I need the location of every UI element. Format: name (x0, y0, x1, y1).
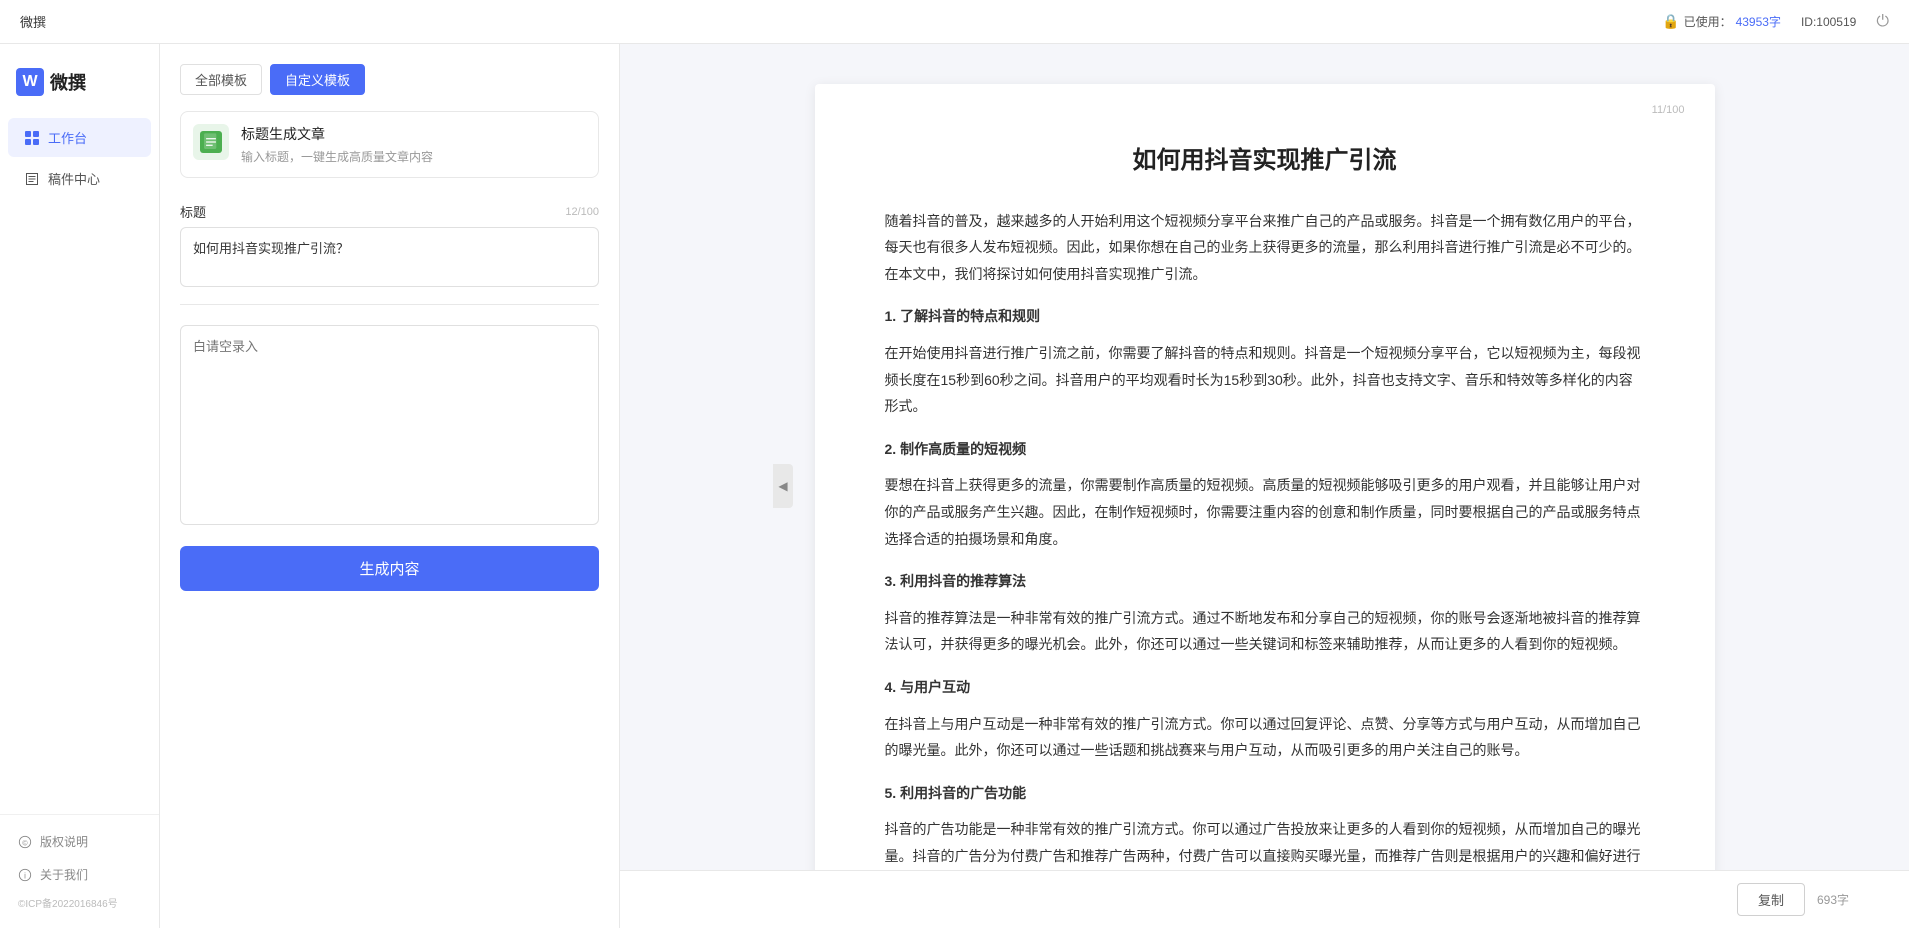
logo: W 微撰 (0, 54, 159, 116)
doc-section-heading: 1. 了解抖音的特点和规则 (885, 303, 1645, 330)
topbar-title: 微撰 (20, 12, 1650, 31)
template-icon-inner (200, 131, 222, 153)
doc-paragraph: 要想在抖音上获得更多的流量，你需要制作高质量的短视频。高质量的短视频能够吸引更多… (885, 472, 1645, 552)
document-page: 11/100 如何用抖音实现推广引流 随着抖音的普及，越来越多的人开始利用这个短… (815, 84, 1715, 870)
copy-button[interactable]: 复制 (1737, 883, 1805, 916)
workbench-icon (24, 130, 40, 146)
about-icon: i (18, 868, 32, 882)
template-icon (193, 124, 229, 160)
usage-label: 已使用： (1684, 13, 1732, 30)
sidebar-footer-about[interactable]: i 关于我们 (8, 858, 151, 891)
app-body: W 微撰 工作台 稿件中心 © 版权说明 i 关于我们 ©ICP备202201 (0, 44, 1909, 928)
generate-button[interactable]: 生成内容 (180, 546, 599, 591)
collapse-panel-button[interactable]: ◀ (773, 464, 793, 508)
doc-section-heading: 3. 利用抖音的推荐算法 (885, 568, 1645, 595)
doc-paragraph: 随着抖音的普及，越来越多的人开始利用这个短视频分享平台来推广自己的产品或服务。抖… (885, 208, 1645, 288)
doc-paragraph: 抖音的广告功能是一种非常有效的推广引流方式。你可以通过广告投放来让更多的人看到你… (885, 816, 1645, 870)
copyright-label: 版权说明 (40, 833, 88, 850)
sidebar-nav: 工作台 稿件中心 (0, 116, 159, 814)
document-area: 11/100 如何用抖音实现推广引流 随着抖音的普及，越来越多的人开始利用这个短… (620, 44, 1909, 870)
topbar-usage: 🔒 已使用： 43953字 (1662, 13, 1781, 30)
form-label-row: 标题 12/100 (180, 202, 599, 221)
svg-text:i: i (24, 871, 26, 880)
doc-paragraph: 抖音的推荐算法是一种非常有效的推广引流方式。通过不断地发布和分享自己的短视频，你… (885, 605, 1645, 658)
doc-section-heading: 5. 利用抖音的广告功能 (885, 780, 1645, 807)
template-desc: 输入标题，一键生成高质量文章内容 (241, 148, 586, 165)
tab-all-templates[interactable]: 全部模板 (180, 64, 262, 95)
sidebar-item-drafts[interactable]: 稿件中心 (8, 159, 151, 198)
form-section: 标题 12/100 (180, 202, 599, 530)
sidebar-footer: © 版权说明 i 关于我们 ©ICP备2022016846号 (0, 814, 159, 928)
sidebar-footer-copyright[interactable]: © 版权说明 (8, 825, 151, 858)
drafts-icon (24, 171, 40, 187)
content-area: 全部模板 自定义模板 标题生成文章 (160, 44, 1909, 928)
title-char-count: 12/100 (565, 206, 599, 218)
doc-paragraph: 在抖音上与用户互动是一种非常有效的推广引流方式。你可以通过回复评论、点赞、分享等… (885, 711, 1645, 764)
doc-title: 如何用抖音实现推广引流 (885, 144, 1645, 178)
word-count: 693字 (1817, 891, 1849, 908)
title-input[interactable] (180, 227, 599, 287)
doc-section-heading: 2. 制作高质量的短视频 (885, 436, 1645, 463)
logout-icon[interactable]: ⏻ (1876, 13, 1889, 31)
user-id: ID:100519 (1801, 15, 1856, 29)
form-divider (180, 304, 599, 305)
logo-icon: W (16, 68, 44, 96)
doc-footer: 复制 693字 (620, 870, 1909, 928)
topbar-right: 🔒 已使用： 43953字 ID:100519 ⏻ (1662, 13, 1889, 31)
usage-count: 43953字 (1736, 13, 1781, 30)
sidebar-item-workbench-label: 工作台 (48, 128, 87, 147)
template-card[interactable]: 标题生成文章 输入标题，一键生成高质量文章内容 (180, 111, 599, 178)
icp-text: ©ICP备2022016846号 (8, 891, 151, 918)
doc-body: 随着抖音的普及，越来越多的人开始利用这个短视频分享平台来推广自己的产品或服务。抖… (885, 208, 1645, 870)
sidebar-item-workbench[interactable]: 工作台 (8, 118, 151, 157)
title-label: 标题 (180, 202, 206, 221)
template-name: 标题生成文章 (241, 124, 586, 144)
tab-custom-templates[interactable]: 自定义模板 (270, 64, 365, 95)
right-panel: 11/100 如何用抖音实现推广引流 随着抖音的普及，越来越多的人开始利用这个短… (620, 44, 1909, 928)
left-panel: 全部模板 自定义模板 标题生成文章 (160, 44, 620, 928)
keywords-input[interactable] (180, 325, 599, 525)
doc-paragraph: 在开始使用抖音进行推广引流之前，你需要了解抖音的特点和规则。抖音是一个短视频分享… (885, 340, 1645, 420)
filter-tabs: 全部模板 自定义模板 (180, 64, 599, 95)
svg-text:©: © (22, 839, 28, 847)
copyright-icon: © (18, 835, 32, 849)
template-info: 标题生成文章 输入标题，一键生成高质量文章内容 (241, 124, 586, 165)
sidebar: W 微撰 工作台 稿件中心 © 版权说明 i 关于我们 ©ICP备202201 (0, 44, 160, 928)
logo-text: 微撰 (50, 69, 86, 95)
sidebar-item-drafts-label: 稿件中心 (48, 169, 100, 188)
about-label: 关于我们 (40, 866, 88, 883)
doc-section-heading: 4. 与用户互动 (885, 674, 1645, 701)
page-counter: 11/100 (1652, 104, 1685, 116)
template-doc-icon (202, 133, 220, 151)
topbar: 微撰 🔒 已使用： 43953字 ID:100519 ⏻ (0, 0, 1909, 44)
